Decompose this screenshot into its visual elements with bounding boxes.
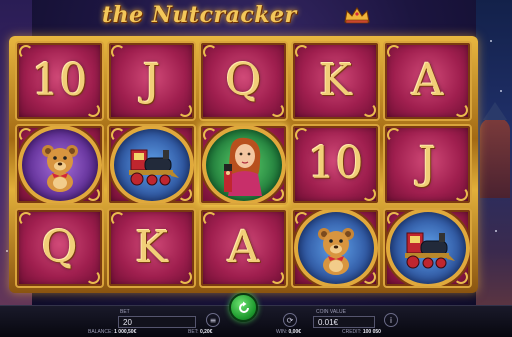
- quickspin-button[interactable]: ⟳: [283, 313, 297, 327]
- card-symbol: Q: [225, 55, 262, 107]
- castle-tower: [480, 102, 510, 198]
- toy-train-icon: [128, 149, 179, 185]
- spin-arrow-icon: [238, 301, 249, 313]
- card-symbol: A: [411, 55, 444, 107]
- info-button[interactable]: i: [384, 313, 398, 327]
- credit-readout: CREDIT: 100 050: [342, 329, 381, 335]
- reel-cell: Q: [199, 41, 288, 122]
- card-symbol: J: [418, 138, 437, 190]
- snowflake: [490, 40, 492, 42]
- toy-train-symbol: [385, 209, 470, 286]
- game-title: the Nutcracker: [102, 2, 297, 28]
- reel-cell: [291, 207, 380, 288]
- coin-value-selector[interactable]: 0.01€: [313, 316, 375, 328]
- reel-cell: [107, 124, 196, 205]
- win-readout: WIN: 0,00€: [276, 329, 302, 335]
- reel-cell: K: [291, 41, 380, 122]
- autoplay-button[interactable]: ≡: [206, 313, 220, 327]
- girl-with-nutcracker-icon: [223, 137, 262, 196]
- bet-label: BET: [120, 309, 130, 315]
- snowflake: [500, 90, 502, 92]
- reel-cell: J: [107, 41, 196, 122]
- reel-cell: [383, 207, 472, 288]
- autoplay-icon: ≡: [209, 315, 217, 325]
- teddy-bear-icon: [317, 227, 354, 275]
- reel-cell: [15, 124, 104, 205]
- reel-cell: 10: [15, 41, 104, 122]
- nutcracker-girl-symbol: [201, 126, 286, 203]
- snowflake: [495, 230, 497, 232]
- toy-train-symbol: [109, 126, 194, 203]
- crown-icon: [344, 7, 370, 24]
- card-symbol: 10: [307, 138, 364, 190]
- snowflake: [6, 250, 8, 252]
- reel-cell: A: [383, 41, 472, 122]
- coin-value-label: COIN VALUE: [316, 309, 346, 315]
- reel-cell: K: [107, 207, 196, 288]
- reel-cell: [199, 124, 288, 205]
- info-icon: i: [389, 315, 393, 325]
- bet-readout: BET: 0,20€: [188, 329, 213, 335]
- reel-cell: 10: [291, 124, 380, 205]
- card-symbol: K: [135, 221, 168, 273]
- card-symbol: Q: [41, 221, 78, 273]
- card-symbol: A: [227, 221, 260, 273]
- reel-cell: Q: [15, 207, 104, 288]
- bet-selector[interactable]: 20: [118, 316, 196, 328]
- refresh-icon: ⟳: [286, 315, 294, 325]
- reels-grid: 10 J Q K A 10 J Q K A: [15, 41, 472, 288]
- reel-cell: A: [199, 207, 288, 288]
- teddy-bear-icon: [41, 144, 78, 192]
- balance-readout: BALANCE: 1 000,50€: [88, 329, 137, 335]
- toy-train-icon: [404, 232, 455, 269]
- teddy-bear-symbol: [293, 209, 378, 286]
- reel-cell: J: [383, 124, 472, 205]
- card-symbol: 10: [31, 55, 88, 107]
- background-right-scenery: [476, 0, 512, 336]
- card-symbol: J: [142, 55, 161, 107]
- teddy-bear-symbol: [17, 126, 102, 203]
- spin-button[interactable]: [229, 293, 258, 322]
- card-symbol: K: [319, 55, 352, 107]
